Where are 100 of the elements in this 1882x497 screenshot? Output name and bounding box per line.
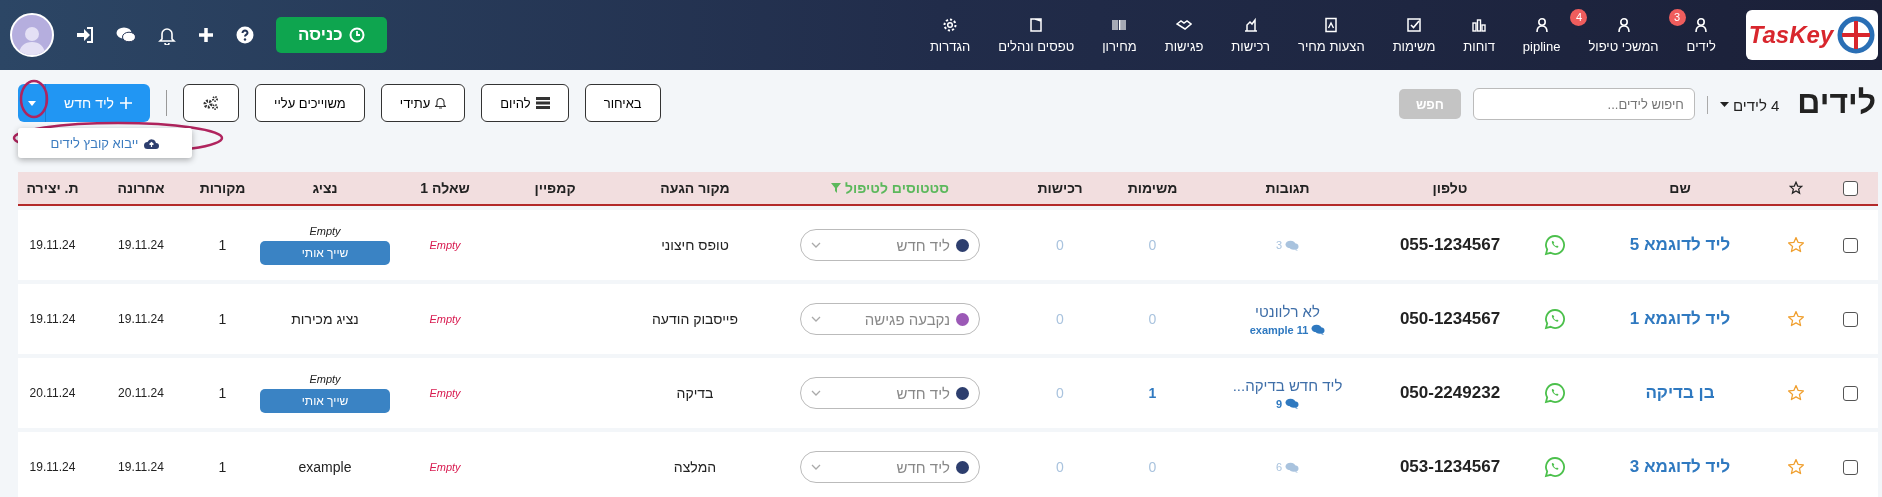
nav-item[interactable]: pipline [1522,16,1561,54]
chat-icon [1311,324,1326,335]
chevron-down-icon [811,316,821,322]
column-header[interactable]: טלפון [1432,180,1468,196]
column-header[interactable]: משימות [1127,180,1178,196]
assign-me-button[interactable]: שייך אותי [260,389,390,413]
date-text: 19.11.24 [118,460,164,474]
clock-icon [348,27,365,43]
nav-item[interactable]: טפסים ונהלים [998,16,1075,54]
filter-button[interactable]: באיחור [584,84,661,122]
column-header[interactable]: שם [1669,180,1691,196]
settings-button[interactable] [183,84,239,122]
sources-count: 1 [218,385,227,401]
nav-item[interactable]: מחירון [1102,16,1137,54]
column-header[interactable]: אחרונה [117,180,165,196]
menu-item[interactable]: ייבוא קובץ לידים [18,132,192,154]
lead-name-link[interactable]: בן בדיקה [1645,383,1715,403]
phone-number: 050-1234567 [1399,309,1501,329]
response-text[interactable]: ליד חדש בדיקה... [1232,376,1343,394]
nav-item[interactable]: המשכי טיפול [1588,16,1659,54]
response-count[interactable]: 9 [1275,397,1283,410]
star-icon [1789,181,1803,195]
date-text: 20.11.24 [29,386,76,400]
tasks-count: 0 [1148,237,1157,253]
nav-item[interactable]: פגישות [1164,16,1204,54]
column-header[interactable]: מקורות [199,180,246,196]
highlight-ellipse [19,79,49,119]
response-count[interactable]: 11 [1296,323,1309,336]
nav-item[interactable]: לידים [1686,16,1716,54]
phone-number: 055-1234567 [1399,235,1501,255]
star-icon[interactable] [1787,310,1805,328]
filter-button[interactable]: עתידי [380,84,466,122]
page-title: לידים [1797,84,1876,121]
list-icon [535,97,550,109]
star-icon[interactable] [1787,458,1805,476]
sign-in-icon[interactable] [76,27,94,43]
logo[interactable]: TasKey [1746,10,1878,60]
select-all-checkbox[interactable] [1842,180,1858,196]
row-checkbox[interactable] [1842,237,1858,253]
response-text[interactable]: לא רלוונטי [1255,302,1320,320]
bell-icon[interactable] [158,25,176,45]
nav-item[interactable]: הגדרות [929,16,971,54]
column-header[interactable]: שאלה 1 [420,180,470,196]
filter-button[interactable]: משוייכים עליי [255,84,365,122]
purchases-count: 0 [1056,459,1064,475]
column-header[interactable]: קמפיין [534,180,576,196]
chevron-down-icon [811,242,821,248]
lead-name-link[interactable]: ליד לדוגמא 1 [1629,309,1731,329]
count-badge: 3 [1668,8,1686,26]
lead-name-link[interactable]: ליד לדוגמא 5 [1629,235,1731,255]
tag-label: example [1249,323,1294,336]
caret-icon [27,100,36,106]
gear-icon [942,16,958,33]
chat-icon [1285,239,1300,251]
person-icon [1693,16,1710,33]
lead-name-link[interactable]: ליד לדוגמא 3 [1629,457,1731,477]
tasks-count: 1 [1148,385,1157,401]
star-icon[interactable] [1787,236,1805,254]
row-checkbox[interactable] [1842,311,1858,327]
nav-item[interactable]: הצעות מחיר [1297,16,1365,54]
gears-icon [202,95,220,111]
plus-icon [119,97,132,109]
chat-icon[interactable] [116,27,136,43]
column-header[interactable]: רכישות [1037,180,1083,196]
chevron-down-icon [811,390,821,396]
source-text: טופס חיצוני [661,237,729,253]
nav-item[interactable]: דוחות [1463,16,1495,54]
chat-icon [1285,461,1300,473]
column-header[interactable]: תגובות [1265,180,1310,196]
door-icon [1028,16,1045,33]
plus-icon[interactable] [198,27,214,43]
empty-value: Empty [429,387,461,399]
row-checkbox[interactable] [1842,459,1858,475]
nav-item[interactable]: משימות [1392,16,1436,54]
caret-icon [1719,102,1729,108]
source-text: בדיקה [676,385,714,401]
leads-count-dropdown[interactable]: 4 לידים [1706,96,1780,114]
count-badge: 4 [1570,8,1588,26]
cloud-upload-icon [144,137,160,149]
column-header[interactable]: מקור הגעה [660,180,730,196]
check-icon [1406,16,1422,33]
row-checkbox[interactable] [1842,385,1858,401]
nav-item[interactable]: רכישות [1231,16,1270,54]
doc-icon [1323,16,1340,33]
avatar[interactable] [10,13,54,57]
filter-button[interactable]: להיום [481,84,569,122]
empty-value: Empty [429,461,461,473]
column-header[interactable]: ת. יצירה [26,180,79,196]
chart-icon [1471,16,1488,33]
search-field[interactable]: חיפוש לידים... [1472,88,1695,120]
column-header[interactable]: נציג [312,180,338,196]
sources-count: 1 [218,459,227,475]
tasks-count: 0 [1148,459,1157,475]
chat-icon [1285,398,1300,409]
purchases-count: 0 [1056,311,1064,327]
assign-me-button[interactable]: שייך אותי [260,241,390,265]
source-text: פייסבוק הודעה [652,311,738,327]
help-icon[interactable] [236,26,254,44]
filter-icon [831,183,842,193]
star-icon[interactable] [1787,384,1805,402]
